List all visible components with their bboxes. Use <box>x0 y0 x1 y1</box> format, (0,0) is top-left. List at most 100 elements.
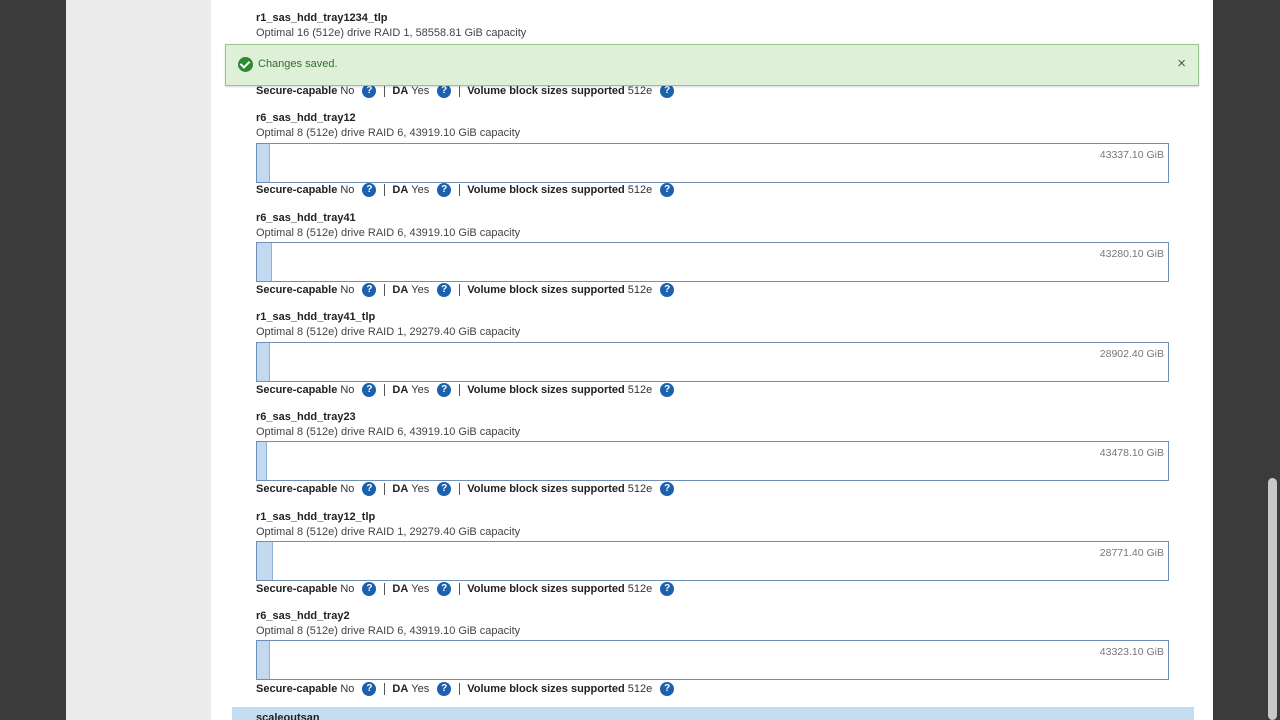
pool-properties: Secure-capable No ? DA Yes ? Volume bloc… <box>256 182 682 198</box>
divider <box>459 384 461 396</box>
help-icon[interactable]: ? <box>660 682 675 696</box>
pool-properties: Secure-capable No ? DA Yes ? Volume bloc… <box>256 382 682 398</box>
block-sizes-label: Volume block sizes supported <box>467 284 625 296</box>
pool-list: r1_sas_hdd_tray1234_tlp Optimal 16 (512e… <box>212 0 1213 720</box>
pool-name: r6_sas_hdd_tray41 <box>256 212 356 224</box>
help-icon[interactable]: ? <box>660 482 675 496</box>
da-label: DA <box>392 184 409 196</box>
help-icon[interactable]: ? <box>437 582 452 596</box>
divider <box>384 85 386 97</box>
capacity-used-fill <box>257 641 270 679</box>
help-icon[interactable]: ? <box>362 383 377 397</box>
left-navigation <box>66 0 211 720</box>
page: r1_sas_hdd_tray1234_tlp Optimal 16 (512e… <box>66 0 1213 720</box>
close-icon[interactable]: × <box>1177 55 1186 72</box>
divider <box>459 284 461 296</box>
help-icon[interactable]: ? <box>437 482 452 496</box>
pool-item-selected[interactable]: scaleoutsan <box>232 707 1194 720</box>
capacity-bar: 43280.10 GiB <box>256 242 1169 282</box>
da-label: DA <box>392 683 409 695</box>
help-icon[interactable]: ? <box>437 682 452 696</box>
block-sizes-label: Volume block sizes supported <box>467 384 625 396</box>
help-icon[interactable]: ? <box>660 283 675 297</box>
divider <box>384 483 386 495</box>
help-icon[interactable]: ? <box>362 183 377 197</box>
capacity-used-fill <box>257 243 272 281</box>
divider <box>384 184 386 196</box>
secure-capable-label: Secure-capable <box>256 85 338 97</box>
pool-item[interactable]: r6_sas_hdd_tray2 Optimal 8 (512e) drive … <box>256 610 1171 710</box>
capacity-bar: 43478.10 GiB <box>256 441 1169 481</box>
pool-name: r1_sas_hdd_tray1234_tlp <box>256 12 388 24</box>
help-icon[interactable]: ? <box>362 283 377 297</box>
da-label: DA <box>392 583 409 595</box>
pool-description: Optimal 8 (512e) drive RAID 6, 43919.10 … <box>256 227 521 239</box>
capacity-bar: 43337.10 GiB <box>256 143 1169 183</box>
pool-item[interactable]: r6_sas_hdd_tray12 Optimal 8 (512e) drive… <box>256 112 1171 212</box>
capacity-used-fill <box>257 343 270 381</box>
da-value: Yes <box>411 85 430 97</box>
help-icon[interactable]: ? <box>362 482 377 496</box>
secure-capable-value: No <box>340 184 355 196</box>
pool-item[interactable]: r6_sas_hdd_tray41 Optimal 8 (512e) drive… <box>256 212 1171 312</box>
pool-item[interactable]: r1_sas_hdd_tray12_tlp Optimal 8 (512e) d… <box>256 511 1171 611</box>
divider <box>384 683 386 695</box>
block-sizes-value: 512e <box>627 583 653 595</box>
pool-item[interactable]: r1_sas_hdd_tray41_tlp Optimal 8 (512e) d… <box>256 311 1171 411</box>
notification-message: Changes saved. <box>258 58 338 70</box>
help-icon[interactable]: ? <box>362 682 377 696</box>
da-value: Yes <box>411 483 430 495</box>
capacity-bar: 28771.40 GiB <box>256 541 1169 581</box>
secure-capable-label: Secure-capable <box>256 184 338 196</box>
help-icon[interactable]: ? <box>362 582 377 596</box>
help-icon[interactable]: ? <box>660 84 675 98</box>
pool-item[interactable]: r6_sas_hdd_tray23 Optimal 8 (512e) drive… <box>256 411 1171 511</box>
checkmark-circle-icon <box>238 57 253 72</box>
block-sizes-value: 512e <box>627 683 653 695</box>
free-capacity: 43478.10 GiB <box>1099 447 1164 459</box>
capacity-bar: 28902.40 GiB <box>256 342 1169 382</box>
secure-capable-value: No <box>340 483 355 495</box>
da-value: Yes <box>411 284 430 296</box>
help-icon[interactable]: ? <box>437 183 452 197</box>
secure-capable-value: No <box>340 284 355 296</box>
divider <box>384 384 386 396</box>
block-sizes-value: 512e <box>627 384 653 396</box>
scrollbar-thumb[interactable] <box>1268 478 1277 720</box>
pool-properties: Secure-capable No ? DA Yes ? Volume bloc… <box>256 282 682 298</box>
secure-capable-value: No <box>340 583 355 595</box>
divider <box>384 583 386 595</box>
da-value: Yes <box>411 184 430 196</box>
help-icon[interactable]: ? <box>660 383 675 397</box>
divider <box>459 583 461 595</box>
block-sizes-label: Volume block sizes supported <box>467 85 625 97</box>
free-capacity: 28902.40 GiB <box>1099 348 1164 360</box>
da-value: Yes <box>411 683 430 695</box>
block-sizes-value: 512e <box>627 284 653 296</box>
pool-name: r1_sas_hdd_tray41_tlp <box>256 311 376 323</box>
help-icon[interactable]: ? <box>660 183 675 197</box>
da-value: Yes <box>411 384 430 396</box>
help-icon[interactable]: ? <box>660 582 675 596</box>
secure-capable-value: No <box>340 683 355 695</box>
help-icon[interactable]: ? <box>437 283 452 297</box>
pool-properties: Secure-capable No ? DA Yes ? Volume bloc… <box>256 481 682 497</box>
secure-capable-label: Secure-capable <box>256 683 338 695</box>
da-label: DA <box>392 483 409 495</box>
block-sizes-label: Volume block sizes supported <box>467 483 625 495</box>
da-value: Yes <box>411 583 430 595</box>
block-sizes-value: 512e <box>627 483 653 495</box>
help-icon[interactable]: ? <box>437 84 452 98</box>
pool-description: Optimal 8 (512e) drive RAID 6, 43919.10 … <box>256 127 521 139</box>
help-icon[interactable]: ? <box>437 383 452 397</box>
divider <box>459 85 461 97</box>
pool-name: r6_sas_hdd_tray23 <box>256 411 356 423</box>
pool-properties: Secure-capable No ? DA Yes ? Volume bloc… <box>256 681 682 697</box>
pool-description: Optimal 8 (512e) drive RAID 1, 29279.40 … <box>256 526 521 538</box>
divider <box>459 683 461 695</box>
secure-capable-label: Secure-capable <box>256 483 338 495</box>
pool-name: r6_sas_hdd_tray12 <box>256 112 356 124</box>
help-icon[interactable]: ? <box>362 84 377 98</box>
da-label: DA <box>392 85 409 97</box>
pool-name: r6_sas_hdd_tray2 <box>256 610 350 622</box>
